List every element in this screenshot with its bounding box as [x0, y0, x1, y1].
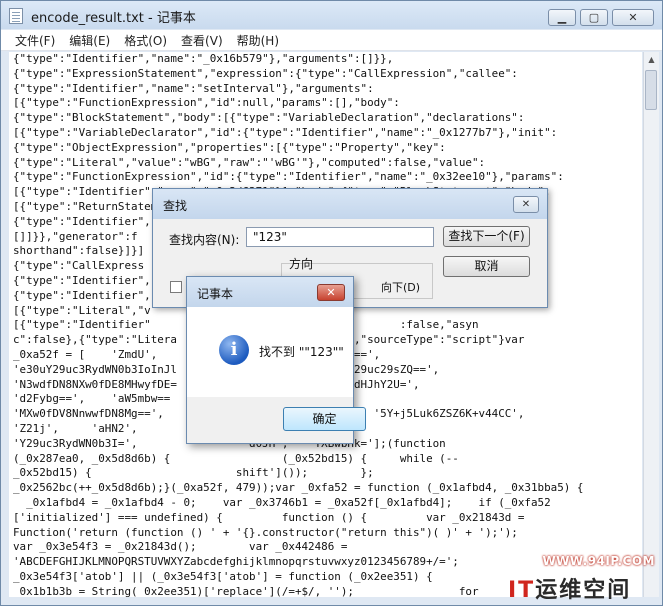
- menu-view[interactable]: 查看(V): [181, 32, 223, 49]
- maximize-button[interactable]: ▢: [580, 9, 608, 26]
- info-icon: i: [219, 335, 249, 365]
- alert-message: 找不到 ""123"": [259, 345, 344, 359]
- scroll-up-arrow-icon[interactable]: ▲: [644, 52, 659, 67]
- editor-line: (_0x287ea0, _0x5d8d6b) { (_0x52bd15) { w…: [13, 451, 459, 465]
- editor-line: var _0x3e54f3 = _0x21843d(); var _0x4424…: [13, 540, 348, 554]
- editor-line: Function('return (function () ' + '{}.co…: [13, 525, 518, 539]
- find-dialog-close-button[interactable]: ✕: [513, 196, 539, 213]
- notepad-icon: [9, 8, 23, 24]
- editor-line: {"type":"FunctionExpression","id":{"type…: [13, 170, 564, 184]
- menu-help[interactable]: 帮助(H): [237, 32, 279, 49]
- alert-titlebar[interactable]: 记事本 ✕: [187, 277, 353, 307]
- menu-format[interactable]: 格式(O): [124, 32, 167, 49]
- ok-button[interactable]: 确定: [283, 407, 366, 431]
- editor-line: {"type":"Identifier",: [13, 288, 151, 302]
- watermark-brand-text: 运维空间: [535, 578, 632, 603]
- not-found-dialog: 记事本 ✕ i 找不到 ""123"" 确定: [186, 276, 366, 444]
- find-next-button[interactable]: 查找下一个(F): [443, 226, 530, 247]
- alert-footer: 确定: [187, 397, 366, 443]
- find-dialog-titlebar[interactable]: 查找 ✕: [153, 189, 547, 219]
- direction-label: 方向: [289, 257, 314, 271]
- watermark-logo: WWW.94IP.COM IT运维空间: [500, 548, 663, 606]
- find-what-label: 查找内容(N):: [169, 233, 240, 247]
- editor-line: {"type":"Identifier","name":"setInterval…: [13, 81, 374, 95]
- scroll-thumb[interactable]: [645, 70, 657, 110]
- editor-line: {"type":"Literal","value":"wBG","raw":"'…: [13, 155, 486, 169]
- editor-line: [{"type":"VariableDeclarator","id":{"typ…: [13, 125, 558, 139]
- editor-line: {"type":"Identifier",: [13, 214, 151, 228]
- find-what-input[interactable]: "123": [246, 227, 434, 247]
- close-button[interactable]: ✕: [612, 9, 654, 26]
- notepad-titlebar[interactable]: encode_result.txt - 记事本 ▁ ▢ ✕: [1, 1, 662, 29]
- editor-line: [{"type":"Literal","v: [13, 303, 151, 317]
- find-dialog-title: 查找: [163, 199, 188, 213]
- watermark-brand-it: IT: [508, 578, 536, 603]
- editor-line: _0x52bd15) { shift']()); };: [13, 466, 374, 480]
- minimize-button[interactable]: ▁: [548, 9, 576, 26]
- menu-edit[interactable]: 编辑(E): [69, 32, 110, 49]
- editor-line: {"type":"BlockStatement","body":[{"type"…: [13, 111, 525, 125]
- alert-close-button[interactable]: ✕: [317, 284, 345, 301]
- direction-down-radio[interactable]: 向下(D): [381, 279, 420, 295]
- window-title: encode_result.txt - 记事本: [31, 11, 196, 26]
- menu-bar: 文件(F) 编辑(E) 格式(O) 查看(V) 帮助(H): [1, 30, 662, 51]
- match-case-checkbox[interactable]: [170, 281, 182, 293]
- editor-line: _0x1afbd4 = _0x1afbd4 - 0; var _0x3746b1…: [26, 495, 551, 509]
- editor-line: ['initialized'] === undefined) { functio…: [13, 510, 525, 524]
- watermark-url: WWW.94IP.COM: [542, 554, 655, 568]
- alert-body: i 找不到 ""123"": [187, 307, 353, 397]
- editor-line: {"type":"ExpressionStatement","expressio…: [13, 66, 518, 80]
- editor-line: 'ABCDEFGHIJKLMNOPQRSTUVWXYZabcdefghijklm…: [13, 555, 459, 569]
- editor-line: _0x2562bc(++_0x5d8d6b);}(_0xa52f, 479));…: [13, 481, 584, 495]
- editor-line: _0x3e54f3['atob'] || (_0x3e54f3['atob'] …: [13, 569, 433, 583]
- menu-file[interactable]: 文件(F): [15, 32, 55, 49]
- vertical-scrollbar[interactable]: ▲: [643, 52, 659, 597]
- window-controls: ▁ ▢ ✕: [548, 9, 654, 26]
- find-cancel-button[interactable]: 取消: [443, 256, 530, 277]
- editor-line: {"type":"ObjectExpression","properties":…: [13, 140, 446, 154]
- watermark-brand: IT运维空间: [508, 572, 631, 604]
- editor-line: {"type":"Identifier","name":"_0x16b579"}…: [13, 52, 394, 65]
- editor-line: [{"type":"FunctionExpression","id":null,…: [13, 96, 400, 110]
- editor-line: _0x1b1b3b = String(_0x2ee351)['replace']…: [13, 584, 479, 597]
- alert-title: 记事本: [197, 287, 234, 301]
